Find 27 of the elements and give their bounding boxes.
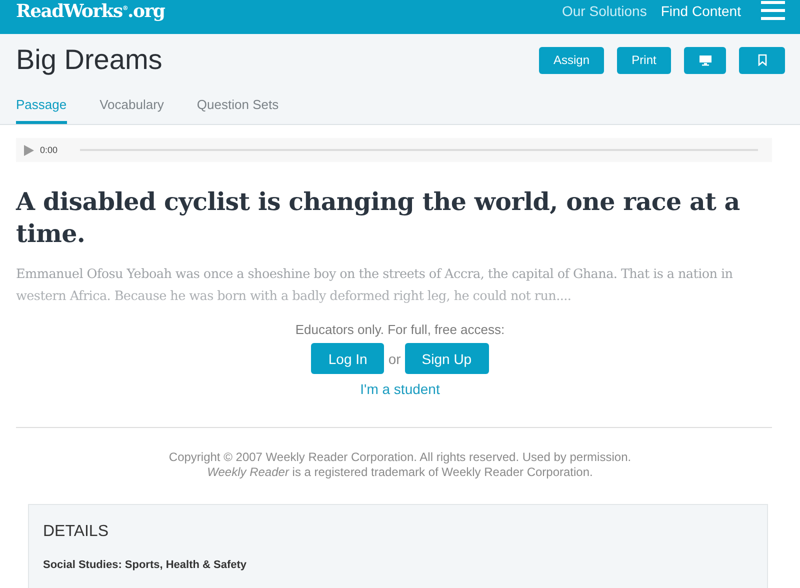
tab[interactable]: Vocabulary xyxy=(100,97,164,124)
page-title: Big Dreams xyxy=(16,44,162,76)
play-icon[interactable] xyxy=(24,144,34,156)
signup-button[interactable]: Sign Up xyxy=(404,343,489,374)
copyright-text: Copyright © 2007 Weekly Reader Corporation. All rights reserved. Used by permission. xyxy=(168,450,632,465)
nav-link[interactable]: Find Content xyxy=(660,3,741,19)
monitor-button[interactable] xyxy=(684,46,726,74)
student-link[interactable]: I'm a student xyxy=(360,381,440,397)
logo[interactable]: ReadWorks$^{®}$.org xyxy=(16,0,165,22)
tab[interactable]: Question Sets xyxy=(196,97,279,124)
headline: A disabled cyclist is changing the world, one race at a time. xyxy=(16,186,741,250)
menu-icon[interactable] xyxy=(761,1,785,21)
details-subject: Social Studies: Sports, Health & Safety xyxy=(43,559,248,571)
bookmark-icon xyxy=(758,54,766,66)
audio-time: 0:00 xyxy=(40,145,58,155)
excerpt: Emmanuel Ofosu Yeboah was once a shoeshine boy on the streets of Accra, the capital of Ghana. That is a nation in western Africa. Because he was born with a badly deformed right leg, he could not run.... xyxy=(16,266,734,306)
details-heading: DETAILS xyxy=(43,523,110,541)
copyright-text: Weekly Reader is a registered trademark of Weekly Reader Corporation. xyxy=(207,465,593,480)
tab[interactable]: Passage xyxy=(16,97,67,124)
login-button[interactable]: Log In xyxy=(311,343,384,374)
monitor-icon xyxy=(698,54,712,66)
bookmark-button[interactable] xyxy=(739,46,785,74)
action-button[interactable]: Print xyxy=(617,46,671,74)
action-button[interactable]: Assign xyxy=(539,46,604,74)
or-text: or xyxy=(388,350,401,366)
access-prompt: Educators only. For full, free access: xyxy=(295,322,505,337)
nav-link[interactable]: Our Solutions xyxy=(562,3,647,19)
